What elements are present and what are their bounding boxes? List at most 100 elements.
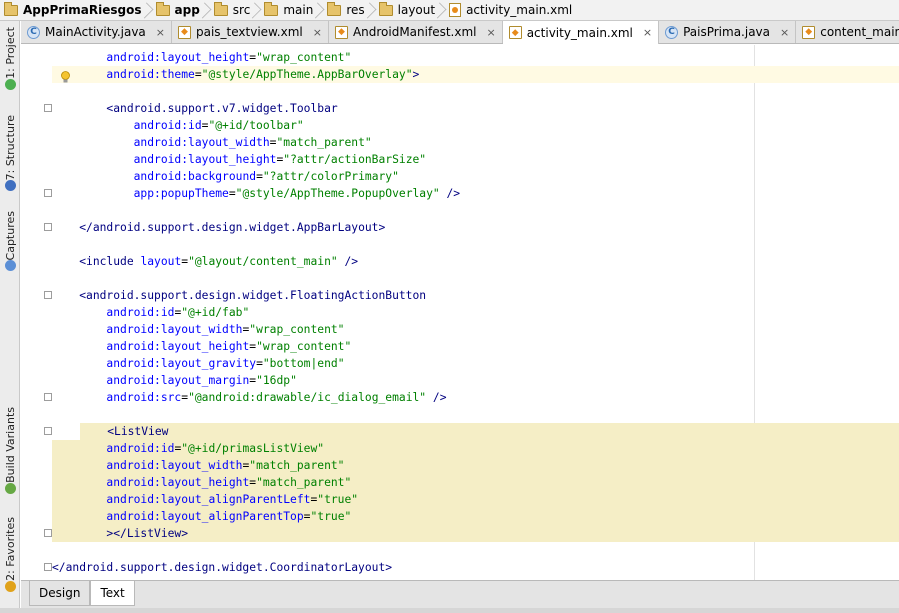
fold-marker-icon[interactable]	[44, 427, 52, 435]
code-token-attr: android:layout_width	[106, 323, 243, 336]
breadcrumb-item[interactable]: main	[254, 0, 317, 21]
side-tool-3[interactable]: Captures	[0, 211, 20, 274]
code-line[interactable]: android:layout_gravity="bottom|end"	[52, 355, 899, 372]
code-token-plain: =	[256, 170, 263, 183]
code-line[interactable]: app:popupTheme="@style/AppTheme.PopupOve…	[52, 185, 899, 202]
code-line[interactable]	[52, 542, 899, 559]
code-line[interactable]: </android.support.design.widget.AppBarLa…	[52, 219, 899, 236]
code-line[interactable]: android:theme="@style/AppTheme.AppBarOve…	[52, 66, 899, 83]
code-line[interactable]: android:src="@android:drawable/ic_dialog…	[52, 389, 899, 406]
code-line[interactable]: android:layout_width="wrap_content"	[52, 321, 899, 338]
xml-file-icon: ◆	[802, 25, 816, 39]
code-line[interactable]: <android.support.v7.widget.Toolbar	[52, 100, 899, 117]
folder-icon	[213, 1, 228, 16]
folder-icon	[264, 1, 279, 16]
lightbulb-icon[interactable]	[61, 68, 70, 83]
code-line[interactable]	[52, 270, 899, 287]
fold-marker-icon[interactable]	[44, 393, 52, 401]
code-token-tag: <include	[79, 255, 141, 268]
code-token-val: "match_parent"	[256, 476, 352, 489]
code-token-attr: layout	[140, 255, 182, 268]
code-line[interactable]: </android.support.design.widget.Coordina…	[52, 559, 899, 576]
fold-marker-icon[interactable]	[44, 291, 52, 299]
tab-content-main-xml[interactable]: ◆content_main.xml×	[796, 21, 899, 43]
tab-activity-main-xml[interactable]: ◆ activity_main.xml ×	[502, 21, 660, 44]
code-token-val: "@style/AppTheme.AppBarOverlay"	[201, 68, 413, 81]
code-token-val: "16dp"	[256, 374, 297, 387]
code-line[interactable]: android:id="@+id/toolbar"	[52, 117, 899, 134]
code-token-val: "@+id/primasListView"	[181, 442, 325, 455]
side-tool-2[interactable]: 7: Structure	[0, 115, 20, 194]
close-icon[interactable]: ×	[486, 26, 495, 39]
close-icon[interactable]: ×	[313, 26, 322, 39]
code-token-attr: android:layout_height	[106, 51, 250, 64]
code-token-attr: android:layout_width	[106, 459, 243, 472]
code-line[interactable]: android:layout_alignParentLeft="true"	[52, 491, 899, 508]
code-line[interactable]: android:layout_height="wrap_content"	[52, 49, 899, 66]
code-line[interactable]: android:background="?attr/colorPrimary"	[52, 168, 899, 185]
breadcrumb-label: main	[283, 3, 314, 17]
side-tool-5[interactable]: 2: Favorites	[0, 517, 20, 595]
code-line[interactable]: android:layout_height="?attr/actionBarSi…	[52, 151, 899, 168]
code-line[interactable]: android:id="@+id/fab"	[52, 304, 899, 321]
code-line[interactable]: android:layout_width="match_parent"	[52, 457, 899, 474]
code-line[interactable]: android:layout_alignParentTop="true"	[52, 508, 899, 525]
close-icon[interactable]: ×	[156, 26, 165, 39]
folder-icon	[155, 1, 170, 16]
code-line[interactable]	[52, 202, 899, 219]
side-tool-1[interactable]: 1: Project	[0, 27, 20, 93]
code-editor[interactable]: android:layout_height="wrap_content" and…	[21, 45, 899, 580]
tab-androidmanifest-xml[interactable]: ◆ AndroidManifest.xml ×	[329, 21, 503, 43]
code-line[interactable]: android:layout_height="wrap_content"	[52, 338, 899, 355]
tab-pais-textview-xml[interactable]: ◆ pais_textview.xml ×	[172, 21, 329, 43]
breadcrumb-item[interactable]: AppPrimaRiesgos	[0, 0, 146, 21]
code-line[interactable]: <android.support.design.widget.FloatingA…	[52, 287, 899, 304]
tab-text[interactable]: Text	[90, 581, 135, 606]
code-token-tag: >	[412, 68, 420, 81]
code-line[interactable]: android:id="@+id/primasListView"	[52, 440, 899, 457]
fold-marker-icon[interactable]	[44, 104, 52, 112]
fold-marker-icon[interactable]	[44, 223, 52, 231]
editor-gutter[interactable]	[21, 45, 52, 580]
code-line[interactable]: ></ListView>	[52, 525, 899, 542]
close-icon[interactable]: ×	[780, 26, 789, 39]
breadcrumb-item[interactable]: app	[146, 0, 204, 21]
side-tool-label: Build Variants	[3, 407, 17, 483]
code-token-attr: android:id	[106, 442, 175, 455]
code-token-attr: android:layout_margin	[106, 374, 250, 387]
breadcrumb-label: app	[174, 3, 200, 17]
code-line[interactable]: <ListView	[80, 423, 899, 440]
code-token-val: "true"	[310, 510, 352, 523]
breadcrumb-item[interactable]: layout	[369, 0, 439, 21]
code-line[interactable]	[52, 406, 899, 423]
close-icon[interactable]: ×	[643, 26, 652, 39]
tool-window-icon	[4, 482, 16, 494]
code-token-attr: android:layout_height	[106, 476, 250, 489]
code-token-val: "@android:drawable/ic_dialog_email"	[188, 391, 427, 404]
code-line[interactable]: <include layout="@layout/content_main" /…	[52, 253, 899, 270]
xml-file-icon: ◆	[334, 25, 348, 39]
tab-paisprima-java[interactable]: C PaisPrima.java ×	[659, 21, 797, 43]
tab-design[interactable]: Design	[29, 581, 91, 606]
breadcrumb-item[interactable]: activity_main.xml	[439, 0, 576, 21]
fold-marker-icon[interactable]	[44, 189, 52, 197]
tab-label: activity_main.xml	[526, 25, 633, 40]
breadcrumb-item[interactable]: src	[204, 0, 255, 21]
code-line[interactable]: android:layout_width="match_parent"	[52, 134, 899, 151]
folder-icon	[4, 1, 18, 16]
code-line[interactable]: android:layout_margin="16dp"	[52, 372, 899, 389]
fold-marker-icon[interactable]	[44, 529, 52, 537]
tab-label: MainActivity.java	[45, 25, 146, 39]
fold-marker-icon[interactable]	[44, 563, 52, 571]
tab-mainactivity-java[interactable]: C MainActivity.java ×	[21, 21, 172, 43]
code-line[interactable]: android:layout_height="match_parent"	[52, 474, 899, 491]
side-tool-4[interactable]: Build Variants	[0, 407, 20, 497]
code-line[interactable]	[52, 83, 899, 100]
breadcrumb-item[interactable]: res	[317, 0, 368, 21]
code-line[interactable]	[52, 236, 899, 253]
